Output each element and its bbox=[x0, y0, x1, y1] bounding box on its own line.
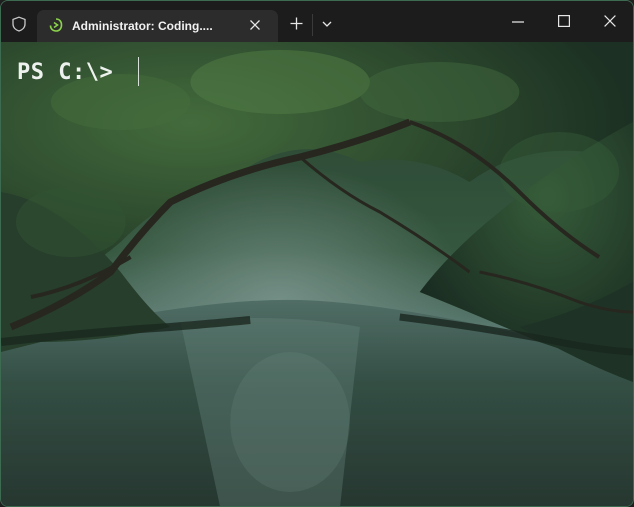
plus-icon[interactable] bbox=[290, 17, 303, 30]
tab-title: Administrator: Coding.... bbox=[72, 19, 213, 33]
terminal-content[interactable]: PS C:\> bbox=[1, 42, 633, 506]
maximize-icon[interactable] bbox=[558, 15, 570, 27]
chevron-down-icon[interactable] bbox=[321, 20, 333, 28]
text-cursor bbox=[138, 57, 139, 86]
background-image bbox=[1, 42, 633, 506]
tab-separator bbox=[312, 14, 313, 36]
close-icon[interactable] bbox=[604, 15, 616, 27]
terminal-prompt: PS C:\> bbox=[17, 60, 127, 85]
terminal-window: Administrator: Coding.... PS C:\> bbox=[0, 0, 634, 507]
tab-administrator[interactable]: Administrator: Coding.... bbox=[37, 10, 278, 42]
title-bar[interactable]: Administrator: Coding.... bbox=[1, 1, 633, 42]
shield-icon bbox=[12, 16, 26, 32]
terminal-profile-icon bbox=[49, 18, 63, 32]
minimize-icon[interactable] bbox=[512, 21, 524, 23]
close-icon[interactable] bbox=[248, 18, 262, 32]
